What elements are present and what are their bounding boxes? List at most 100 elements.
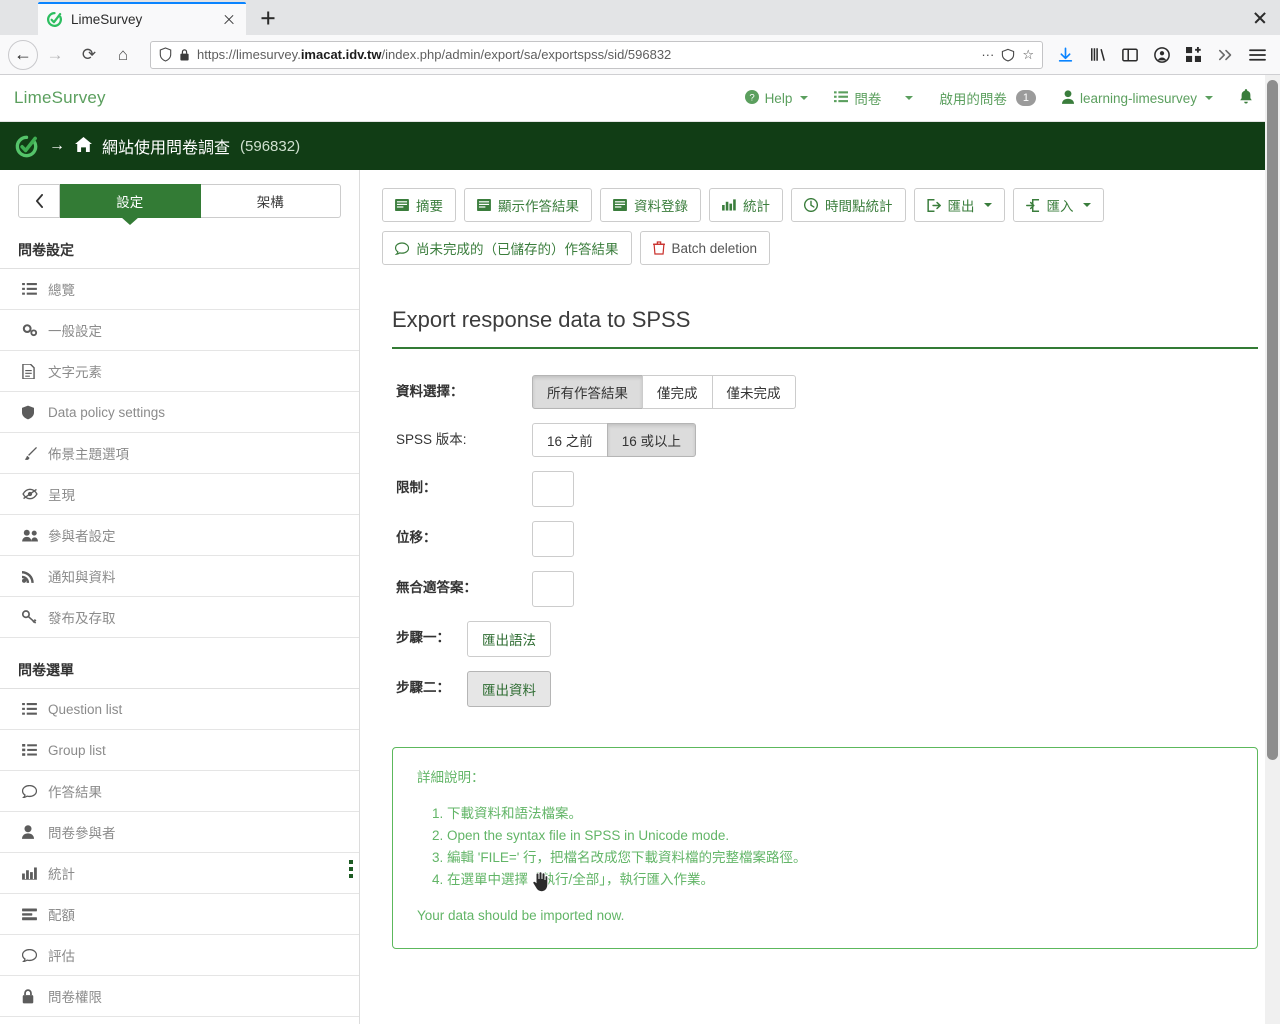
home-button[interactable]: ⌂ [106, 40, 140, 70]
tab-close-icon[interactable] [220, 11, 238, 29]
sidebar-item-1[interactable]: Question list [0, 689, 359, 730]
page-actions-icon[interactable]: ··· [981, 47, 994, 62]
nav-user-menu[interactable]: learning-limesurvey [1049, 75, 1226, 122]
export-icon [926, 198, 941, 212]
toolbar-button-4[interactable]: 統計 [709, 188, 783, 222]
sidebar-item-3[interactable]: 文字元素 [0, 351, 359, 392]
instruction-step: 在選單中選擇「執行/全部」，執行匯入作業。 [447, 870, 1233, 890]
active-surveys-badge: 1 [1015, 90, 1036, 106]
option-pre-16[interactable]: 16 之前 [532, 423, 608, 457]
bar-chart-icon [722, 199, 736, 211]
sidebar-item-4[interactable]: 問卷參與者 [0, 812, 359, 853]
sidebar-item-8[interactable]: 問卷權限 [0, 976, 359, 1017]
home-icon[interactable] [75, 136, 92, 156]
toolbar-button-5[interactable]: 時間點統計 [791, 188, 906, 222]
nav-surveys[interactable]: 問卷 [821, 75, 926, 122]
sidebar-item-3[interactable]: 作答結果 [0, 771, 359, 812]
title-divider [392, 347, 1258, 349]
page-scrollbar[interactable] [1265, 75, 1280, 1024]
export-syntax-button[interactable]: 匯出語法 [467, 621, 551, 657]
new-tab-button[interactable] [254, 4, 282, 32]
sidebar-item-5[interactable]: 統計 [0, 853, 359, 894]
arrow-right-icon: → [49, 137, 65, 154]
bookmark-star-icon[interactable]: ☆ [1022, 47, 1034, 63]
sidebar-item-2[interactable]: Group list [0, 730, 359, 771]
option-incomplete-only[interactable]: 僅未完成 [711, 375, 796, 409]
nav-help[interactable]: ? Help [732, 75, 822, 122]
sidebar-item-6[interactable]: 呈現 [0, 474, 359, 515]
back-button[interactable]: ← [8, 39, 38, 70]
limesurvey-topbar: LimeSurvey ? Help 問卷 啟用的問卷 1 learning-li… [0, 75, 1280, 122]
url-bar[interactable]: https://limesurvey.imacat.idv.tw/index.p… [150, 40, 1043, 69]
nav-help-label: Help [764, 90, 793, 106]
sidebar-item-label: 文字元素 [48, 365, 102, 380]
sidebar-item-5[interactable]: 佈景主題選項 [0, 433, 359, 474]
toolbar-button-3[interactable]: 資料登錄 [600, 188, 701, 222]
browser-tab[interactable]: LimeSurvey [38, 2, 246, 35]
option-16-or-later[interactable]: 16 或以上 [606, 423, 697, 457]
comment-icon [22, 784, 39, 798]
download-icon[interactable] [1051, 40, 1080, 69]
forward-button[interactable]: → [38, 40, 72, 70]
library-icon[interactable] [1083, 40, 1112, 69]
gears-icon [22, 323, 39, 337]
chevron-down-icon [905, 96, 914, 100]
offset-input[interactable] [532, 521, 574, 557]
sidebar-item-6[interactable]: 配額 [0, 894, 359, 935]
sidebar-collapse-button[interactable] [18, 184, 60, 218]
sidebar-item-2[interactable]: 一般設定 [0, 310, 359, 351]
data-selection-label: 資料選擇： [396, 384, 464, 399]
sidebar-item-8[interactable]: 通知與資料 [0, 556, 359, 597]
sidebar-item-label: Group list [48, 742, 106, 758]
toolbar-label: 摘要 [416, 199, 443, 214]
toolbar-secondary-button-1[interactable]: 尚未完成的（已儲存的）作答結果 [382, 231, 632, 265]
users-icon [22, 529, 39, 542]
option-all-responses[interactable]: 所有作答結果 [532, 375, 643, 409]
chevron-down-icon [800, 96, 809, 100]
sidebar-item-4[interactable]: Data policy settings [0, 392, 359, 433]
limit-input[interactable] [532, 471, 574, 507]
spss-version-button-group: 16 之前 16 或以上 [532, 423, 697, 457]
tab-title: LimeSurvey [71, 12, 143, 27]
nav-notifications[interactable] [1226, 75, 1266, 122]
sidebar-item-label: 呈現 [48, 488, 75, 503]
sidebar-group-heading-settings: 問卷設定 [18, 242, 74, 258]
reload-button[interactable]: ⟳ [72, 40, 106, 70]
pocket-icon[interactable] [1001, 48, 1015, 62]
toolbar-secondary-button-2[interactable]: Batch deletion [639, 231, 771, 265]
window-close-button[interactable] [1250, 8, 1270, 28]
sidebar-item-7[interactable]: 參與者設定 [0, 515, 359, 556]
toolbar-button-2[interactable]: 顯示作答結果 [464, 188, 592, 222]
step-1-label: 步驟一： [396, 630, 450, 645]
bell-icon [1239, 88, 1253, 108]
toolbar-button-7[interactable]: 匯入 [1012, 188, 1104, 222]
extensions-icon[interactable] [1179, 40, 1208, 69]
browser-toolbar-icons [1051, 40, 1272, 69]
sidebar-icon[interactable] [1115, 40, 1144, 69]
menu-icon[interactable] [1243, 40, 1272, 69]
tab-strip: LimeSurvey [0, 0, 1280, 35]
nav-active-surveys[interactable]: 啟用的問卷 1 [926, 75, 1049, 122]
toolbar-button-1[interactable]: 摘要 [382, 188, 456, 222]
toolbar-row-2: 尚未完成的（已儲存的）作答結果 Batch deletion [382, 231, 1258, 265]
tab-structure[interactable]: 架構 [200, 184, 341, 218]
overflow-icon[interactable] [1211, 40, 1240, 69]
account-icon[interactable] [1147, 40, 1176, 69]
tab-settings[interactable]: 設定 [60, 184, 201, 218]
top-navigation: ? Help 問卷 啟用的問卷 1 learning-limesurvey [732, 75, 1266, 122]
comment-icon [395, 241, 409, 255]
option-completed-only[interactable]: 僅完成 [642, 375, 713, 409]
sidebar-item-1[interactable]: 總覽 [0, 269, 359, 310]
page-scrollbar-thumb[interactable] [1267, 80, 1278, 760]
chevron-down-icon [1205, 96, 1213, 100]
field-spss-version: SPSS 版本: 16 之前 16 或以上 [382, 423, 1258, 457]
sidebar-item-7[interactable]: 評估 [0, 935, 359, 976]
sidebar-item-9[interactable]: 發布及存取 [0, 597, 359, 638]
toolbar-button-6[interactable]: 匯出 [913, 188, 1005, 222]
no-answer-input[interactable] [532, 571, 574, 607]
toolbar-label: 匯出 [947, 199, 975, 214]
export-data-button[interactable]: 匯出資料 [467, 671, 551, 707]
page-title: Export response data to SPSS [392, 307, 691, 332]
lock-icon [22, 988, 39, 1004]
sidebar-resize-handle[interactable] [349, 860, 353, 878]
